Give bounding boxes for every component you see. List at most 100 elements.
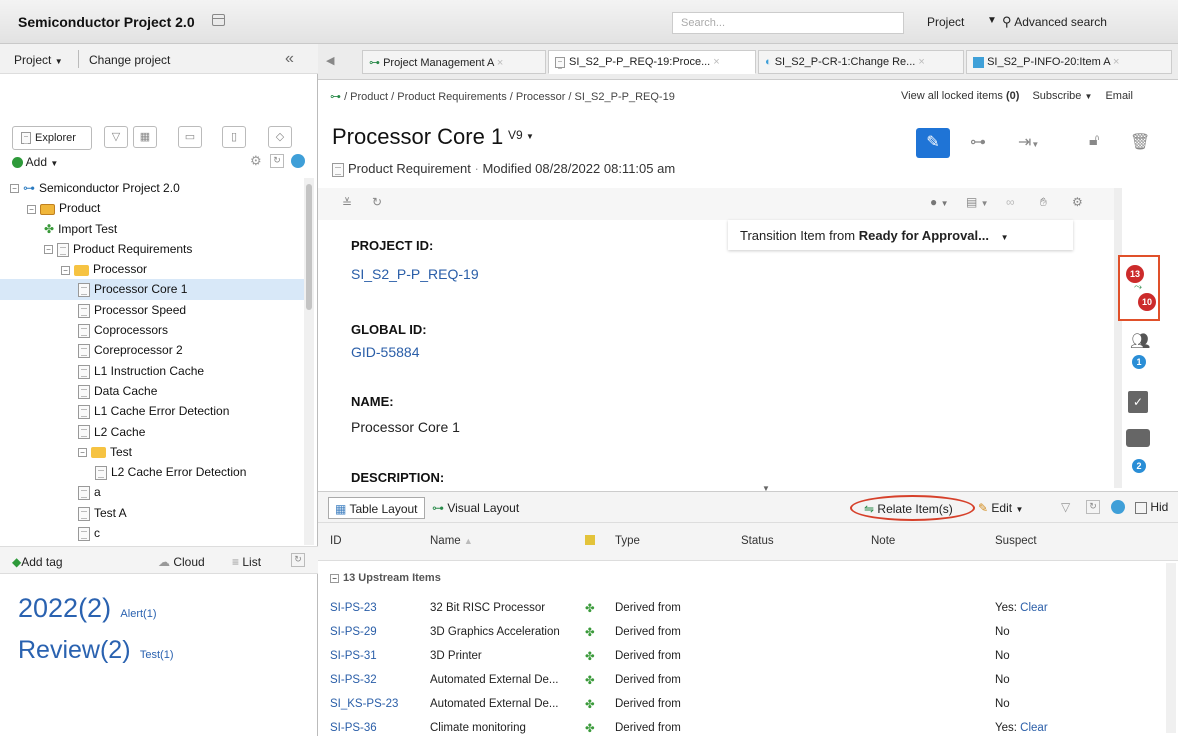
column-header-note[interactable]: Note — [859, 523, 983, 561]
export-icon[interactable]: ⇥▼ — [1018, 132, 1039, 152]
list-view-button[interactable]: ≡ List — [232, 555, 261, 569]
expand-collapse-icon[interactable]: − — [78, 448, 87, 458]
tree-node[interactable]: Processor Speed — [0, 300, 304, 320]
collapse-icon[interactable]: − — [330, 573, 339, 583]
tab-project-management[interactable]: ⊶ Project Management A × — [362, 50, 546, 74]
expand-collapse-icon[interactable]: − — [44, 245, 53, 255]
global-id-link[interactable]: GID-55884 — [351, 344, 419, 360]
tree-node[interactable]: Data Cache — [0, 381, 304, 401]
clear-suspect-link[interactable]: Clear — [1020, 602, 1047, 614]
clear-suspect-link[interactable]: Clear — [1020, 722, 1047, 734]
close-icon[interactable]: × — [713, 56, 719, 68]
tag-2022[interactable]: 2022(2) — [18, 593, 111, 623]
tree-node[interactable]: a — [0, 482, 304, 502]
tree-node[interactable]: ✤ Import Test — [0, 219, 304, 239]
trash-icon[interactable]: 🗑︎ — [1130, 132, 1150, 152]
breadcrumb-path[interactable]: / Product / Product Requirements / Proce… — [344, 91, 675, 103]
expand-collapse-icon[interactable]: − — [27, 204, 36, 214]
table-row[interactable]: SI-PS-23 32 Bit RISC Processor ✤ Derived fr… — [318, 596, 1178, 620]
tab-change-request[interactable]: ◐ SI_S2_P-CR-1:Change Re... × — [758, 50, 964, 74]
tree-node[interactable]: Processor Core 1 — [0, 279, 304, 300]
scrollbar-thumb[interactable] — [306, 184, 312, 310]
tree-node[interactable]: − Product — [0, 198, 304, 218]
search-scope-select[interactable]: Project — [927, 15, 964, 29]
transition-dropdown[interactable]: Transition Item from Ready for Approval.… — [728, 220, 1073, 250]
explorer-tab[interactable]: Explorer — [12, 126, 92, 150]
email-link[interactable]: Email — [1105, 90, 1133, 102]
cell-id[interactable]: SI-PS-29 — [318, 620, 418, 644]
tree-node[interactable]: − ⊶ Semiconductor Project 2.0 — [0, 178, 304, 198]
tree-node[interactable]: L1 Cache Error Detection — [0, 401, 304, 421]
refresh-icon[interactable]: ↻ — [270, 154, 284, 168]
group-row[interactable]: −13 Upstream Items — [318, 560, 1178, 596]
grid-scrollbar[interactable] — [1166, 563, 1176, 733]
tab-info-20[interactable]: SI_S2_P-INFO-20:Item A × — [966, 50, 1172, 74]
clipboard-icon[interactable]: ▯ — [222, 126, 246, 148]
change-project-link[interactable]: Change project — [89, 53, 170, 67]
settings-icon[interactable]: ⚙ — [250, 153, 262, 169]
settings-icon[interactable]: ⚙ — [1072, 195, 1083, 209]
tag-alert[interactable]: Alert(1) — [120, 608, 156, 620]
tag-test[interactable]: Test(1) — [140, 649, 174, 661]
edit-menu[interactable]: ✎ Edit ▼ — [978, 501, 1023, 515]
table-row[interactable]: SI-PS-32 Automated External De... ✤ Derived… — [318, 668, 1178, 692]
column-header-icon[interactable] — [573, 523, 603, 561]
cell-id[interactable]: SI-PS-31 — [318, 644, 418, 668]
filter-icon[interactable]: ▽ — [104, 126, 128, 148]
project-menu[interactable]: Project ▼ — [14, 53, 63, 67]
table-row[interactable]: SI_KS-PS-23 Automated External De... ✤ Deri… — [318, 692, 1178, 716]
hide-button[interactable]: Hid — [1135, 500, 1168, 514]
comments-widget[interactable]: 2 — [1118, 425, 1160, 483]
column-header-id[interactable]: ID — [318, 523, 418, 561]
filter-icon[interactable]: ▽ — [1061, 500, 1070, 514]
table-row[interactable]: SI-PS-36 Climate monitoring ✤ Derived from Y… — [318, 716, 1178, 740]
tree-node[interactable]: c — [0, 523, 304, 543]
cell-id[interactable]: SI_KS-PS-23 — [318, 692, 418, 716]
tree-node[interactable]: Coreprocessor 2 — [0, 340, 304, 360]
cell-id[interactable]: SI-PS-36 — [318, 716, 418, 740]
refresh-icon[interactable]: ↻ — [1086, 500, 1100, 514]
add-button[interactable]: Add ▼ — [12, 155, 58, 169]
collapse-icon[interactable]: « — [285, 50, 294, 68]
tree-node[interactable]: L1 Instruction Cache — [0, 361, 304, 381]
tree-node[interactable]: L2 Cache — [0, 422, 304, 442]
project-id-link[interactable]: SI_S2_P-P_REQ-19 — [351, 266, 479, 282]
table-row[interactable]: SI-PS-29 3D Graphics Acceleration ✤ Derived… — [318, 620, 1178, 644]
column-header-status[interactable]: Status — [729, 523, 859, 561]
caret-down-icon[interactable]: ▼ — [987, 15, 997, 26]
refresh-icon[interactable]: ↻ — [291, 553, 305, 567]
tree-node[interactable]: L2 Cache Error Detection — [0, 462, 304, 482]
tree-node[interactable]: − Product Requirements — [0, 239, 304, 259]
add-tag-button[interactable]: ◆Add tag — [12, 555, 63, 569]
column-header-type[interactable]: Type — [603, 523, 729, 561]
tree-node[interactable]: − Test — [0, 442, 304, 462]
reviewers-widget[interactable]: 👥︎ 1 — [1118, 329, 1160, 379]
scroll-left-icon[interactable]: ◀ — [326, 54, 334, 67]
export-icon[interactable]: ▤ ▼ — [966, 195, 989, 209]
expand-collapse-icon[interactable]: − — [61, 265, 70, 275]
help-icon[interactable] — [291, 154, 305, 168]
tree-scrollbar[interactable] — [304, 178, 314, 545]
expand-collapse-icon[interactable]: − — [10, 184, 19, 194]
tree-node[interactable]: Coprocessors — [0, 320, 304, 340]
column-header-name[interactable]: Name ▲ — [418, 523, 573, 561]
link-icon[interactable]: ∞ — [1006, 195, 1015, 209]
window-view-icon[interactable]: ▭ — [178, 126, 202, 148]
table-row[interactable]: SI-PS-31 3D Printer ✤ Derived from No — [318, 644, 1178, 668]
tag-review[interactable]: Review(2) — [18, 636, 131, 664]
close-icon[interactable]: × — [497, 57, 503, 69]
cell-id[interactable]: SI-PS-32 — [318, 668, 418, 692]
tree-node[interactable]: Test A — [0, 503, 304, 523]
relationships-icon[interactable]: ⊶ — [970, 132, 986, 152]
help-icon[interactable] — [1111, 500, 1125, 514]
close-icon[interactable]: × — [918, 56, 924, 68]
lock-icon[interactable]: 🔓︎ — [1089, 132, 1099, 150]
search-input[interactable]: Search... — [672, 12, 904, 34]
view-locked-items-link[interactable]: View all locked items (0) — [901, 90, 1019, 102]
cloud-view-button[interactable]: ☁ Cloud — [158, 555, 205, 569]
relationship-widget[interactable]: 13 ⤳ 10 — [1118, 255, 1160, 321]
checklist-icon[interactable]: ✓ — [1128, 391, 1148, 413]
visual-layout-button[interactable]: ⊶ Visual Layout — [432, 501, 519, 515]
grid-icon[interactable]: ▦ — [133, 126, 157, 148]
tab-req-19[interactable]: SI_S2_P-P_REQ-19:Proce... × — [548, 50, 756, 74]
